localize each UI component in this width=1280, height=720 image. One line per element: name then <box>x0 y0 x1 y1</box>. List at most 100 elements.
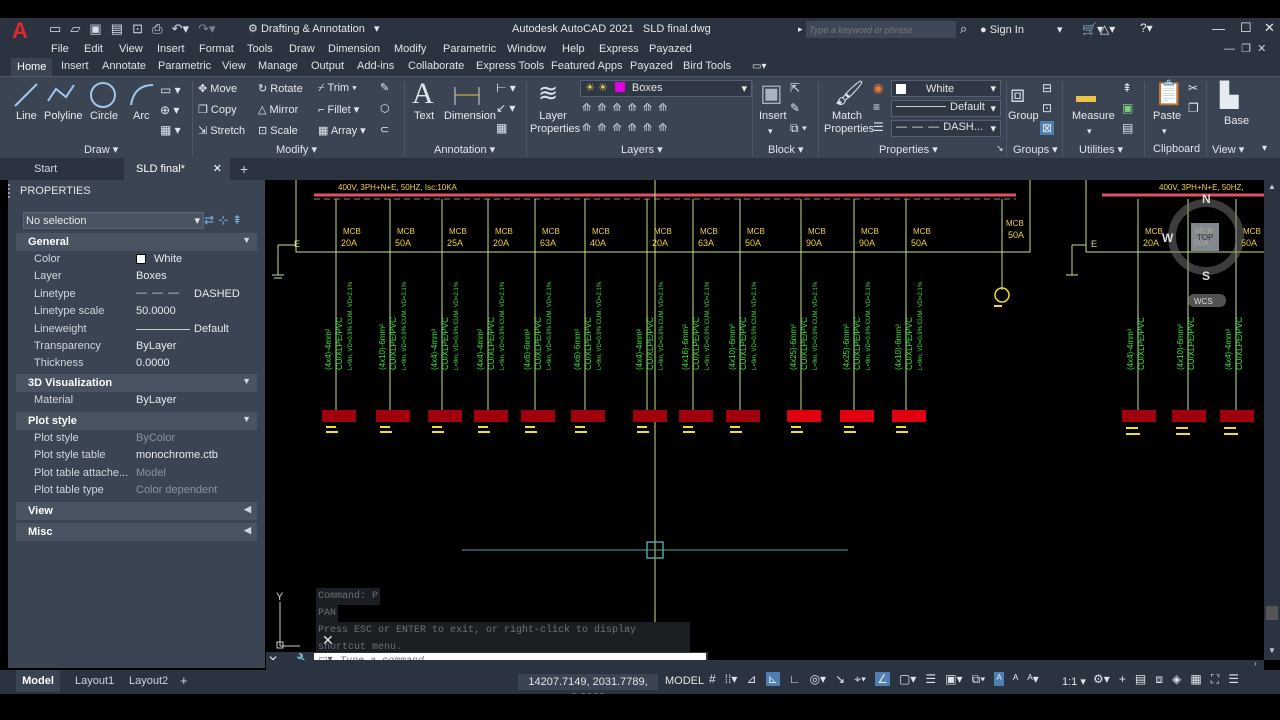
grid-icon[interactable]: # <box>709 672 716 686</box>
text-button[interactable]: Text <box>414 110 434 122</box>
property-row[interactable]: Linetype scale 50.0000 <box>8 303 257 320</box>
save-icon[interactable]: ▣ <box>89 21 101 37</box>
ribbon-tab-manage[interactable]: Manage <box>258 60 298 72</box>
array-button[interactable]: ▦ Array ▾ <box>318 124 366 137</box>
dimension-button[interactable]: Dimension <box>444 110 496 122</box>
section-general[interactable]: General ▼ <box>16 233 257 251</box>
annotation-panel-title[interactable]: Annotation ▾ <box>434 143 495 156</box>
scroll-down-icon[interactable]: ▼ <box>1268 646 1276 655</box>
explode-icon[interactable]: ⬡ <box>380 102 390 115</box>
close-icon[interactable]: ✕ <box>1264 20 1275 36</box>
utilities-panel-title[interactable]: Utilities ▾ <box>1079 143 1123 156</box>
paste-icon[interactable]: 📋 <box>1154 79 1184 108</box>
dialog-launcher-icon[interactable]: ↘ <box>996 143 1004 154</box>
tab-model[interactable]: Model <box>16 670 60 692</box>
hatch-icon[interactable]: ⊕ ▾ <box>160 103 179 117</box>
quick-select-icon[interactable]: ⇞ <box>1122 81 1132 95</box>
multileader-icon[interactable]: ↙ ▾ <box>496 101 515 115</box>
ribbon-minimize-icon[interactable]: ▭▾ <box>752 61 766 72</box>
annotation-scale-icon[interactable]: ᴬ▾ <box>1027 672 1038 686</box>
property-row[interactable]: Plot style table monochrome.ctb <box>8 447 257 464</box>
menu-item-express[interactable]: Express <box>599 43 639 55</box>
gradient-icon[interactable]: ▦ ▾ <box>160 123 181 137</box>
add-layout-icon[interactable]: + <box>180 670 188 692</box>
section-3d-visualization[interactable]: 3D Visualization ▼ <box>16 374 257 392</box>
trim-button[interactable]: ⌿ Trim ▾ <box>318 82 357 95</box>
select-all-icon[interactable]: ▣ <box>1122 101 1133 115</box>
ribbon-tab-parametric[interactable]: Parametric <box>158 60 211 72</box>
measure-icon[interactable]: ▬ <box>1076 85 1096 108</box>
rectangle-icon[interactable]: ▭ ▾ <box>160 83 181 97</box>
tab-layout1[interactable]: Layout1 <box>75 670 114 692</box>
ribbon-tab-add-ins[interactable]: Add-ins <box>357 60 394 72</box>
draw-panel-title[interactable]: Draw ▾ <box>84 143 118 156</box>
ribbon-more-icon[interactable]: ▾ <box>1262 143 1267 154</box>
layers-panel-title[interactable]: Layers ▾ <box>621 143 663 156</box>
ribbon-tab-view[interactable]: View <box>222 60 246 72</box>
customize-icon[interactable]: ☰ <box>1228 672 1239 686</box>
polyline-icon[interactable] <box>46 81 76 109</box>
create-block-icon[interactable]: ⇱ <box>790 81 800 95</box>
group-selection-icon[interactable]: ⊠ <box>1040 121 1055 135</box>
tab-sld-final[interactable]: SLD final* ✕ <box>124 158 230 180</box>
ribbon-tab-featured-apps[interactable]: Featured Apps <box>551 60 623 72</box>
selection-cycle-icon[interactable]: ☰ <box>925 672 936 686</box>
circle-icon[interactable] <box>88 80 118 110</box>
table-icon[interactable]: ▦ <box>496 121 507 135</box>
menu-item-payazed[interactable]: Payazed <box>649 43 692 55</box>
minimize-icon[interactable]: — <box>1212 21 1225 36</box>
infer-icon[interactable]: ⊿ <box>747 672 757 686</box>
base-button[interactable]: Base <box>1224 115 1249 127</box>
transparency-icon[interactable]: ▢▾ <box>899 672 916 686</box>
lineweight-toggle-icon[interactable]: ∠ <box>875 672 890 686</box>
hardware-accel-icon[interactable]: ▦ <box>1190 672 1201 686</box>
search-input[interactable] <box>806 21 956 38</box>
group-button[interactable]: Group <box>1008 110 1039 122</box>
view-panel-title[interactable]: View ▾ <box>1212 143 1244 156</box>
web-icon[interactable]: ⊡ <box>132 21 143 37</box>
base-view-icon[interactable]: ▙ <box>1220 81 1238 110</box>
ribbon-tab-home[interactable]: Home <box>11 58 53 76</box>
select-objects-icon[interactable]: ⊹ <box>218 213 232 227</box>
modify-panel-title[interactable]: Modify ▾ <box>276 143 317 156</box>
scroll-up-icon[interactable]: ▲ <box>1268 182 1276 191</box>
vertical-scrollbar[interactable]: ▲ ▼ <box>1264 180 1280 660</box>
edit-block-icon[interactable]: ✎ <box>790 101 800 115</box>
menu-item-modify[interactable]: Modify <box>394 43 426 55</box>
linetype-icon[interactable]: ☰ <box>873 120 884 134</box>
menu-item-help[interactable]: Help <box>562 43 585 55</box>
leader-icon[interactable]: ⊢ ▾ <box>496 81 516 95</box>
maximize-icon[interactable]: ☐ <box>1240 20 1252 36</box>
block-attributes-icon[interactable]: ⧉ ▾ <box>790 121 807 136</box>
dyn-ucs-icon[interactable]: ⧉▾ <box>972 672 986 687</box>
search-icon[interactable]: ⌕ <box>960 21 967 37</box>
ribbon-tab-collaborate[interactable]: Collaborate <box>408 60 464 72</box>
layer-tools-row2[interactable]: ⟰⟰⟰⟰⟰⟰ <box>582 121 673 134</box>
units-icon[interactable]: ▤ <box>1135 672 1146 686</box>
help-icon[interactable]: ?▾ <box>1140 21 1153 35</box>
section-misc[interactable]: Misc ◀ <box>16 523 257 541</box>
menu-item-edit[interactable]: Edit <box>84 43 103 55</box>
drawing-canvas[interactable]: 400V, 3PH+N+E, 50HZ, Isc:10KA E MCB 20A (4x4… <box>266 180 1264 660</box>
menu-item-insert[interactable]: Insert <box>157 43 185 55</box>
property-row[interactable]: Plot table type Color dependent <box>8 482 257 499</box>
ungroup-icon[interactable]: ⊟ <box>1042 81 1052 95</box>
groups-panel-title[interactable]: Groups ▾ <box>1013 143 1058 156</box>
calculator-icon[interactable]: ▤ <box>1122 121 1133 135</box>
doc-window-controls[interactable]: — ❐ ✕ <box>1224 42 1266 55</box>
property-row[interactable]: Transparency ByLayer <box>8 338 257 355</box>
otrack-icon[interactable]: ↘ <box>835 672 845 686</box>
property-row[interactable]: Lineweight Default <box>8 321 257 338</box>
menu-item-view[interactable]: View <box>119 43 143 55</box>
ribbon-tab-express-tools[interactable]: Express Tools <box>476 60 544 72</box>
mirror-button[interactable]: △ Mirror <box>258 103 298 116</box>
autocad-logo-icon[interactable]: A <box>12 20 36 42</box>
circle-button[interactable]: Circle <box>90 110 118 122</box>
new-icon[interactable]: ▭ <box>49 21 61 37</box>
scale-button[interactable]: ⊡ Scale <box>258 124 298 137</box>
text-icon[interactable]: A <box>412 77 434 111</box>
layer-tools-row1[interactable]: ⟰⟰⟰⟰⟰⟰ <box>582 101 673 114</box>
horizontal-scrollbar[interactable]: › <box>266 659 1264 670</box>
property-row[interactable]: Plot style ByColor <box>8 430 257 447</box>
offset-icon[interactable]: ⊂ <box>380 123 389 136</box>
